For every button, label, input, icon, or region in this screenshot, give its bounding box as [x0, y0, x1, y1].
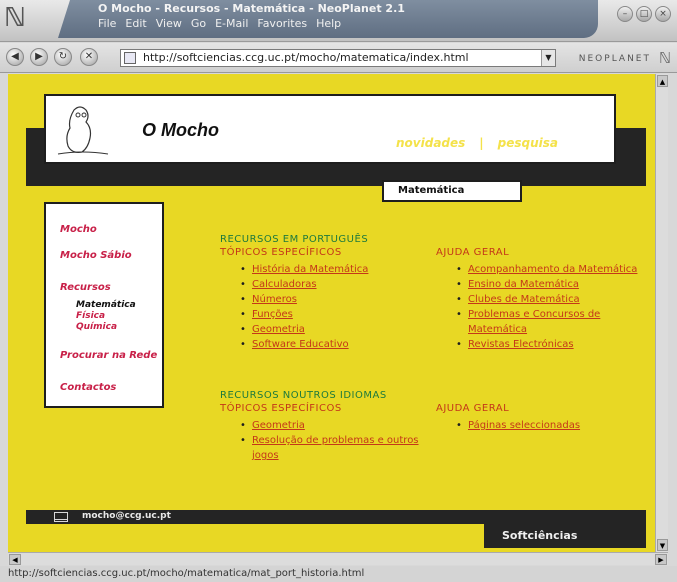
list-item[interactable]: Páginas seleccionadas — [454, 418, 654, 433]
sidebar-subitem-quimica[interactable]: Química — [76, 322, 117, 332]
sidebar-item-contactos[interactable]: Contactos — [60, 382, 116, 393]
status-bar: http://softciencias.ccg.uc.pt/mocho/mate… — [0, 566, 677, 582]
sidebar-subitem-matematica[interactable]: Matemática — [76, 300, 136, 310]
sidebar-subitem-fisica[interactable]: Física — [76, 311, 105, 321]
footer-brand: Softciências — [484, 524, 646, 548]
list-item[interactable]: Clubes de Matemática — [454, 292, 654, 307]
neoplanet-brand-icon: ℕ — [658, 49, 671, 67]
pt-general-list: Acompanhamento da Matemática Ensino da M… — [454, 262, 654, 352]
pt-topics-heading: TÓPICOS ESPECÍFICOS — [220, 247, 342, 258]
sidebar-item-procurar[interactable]: Procurar na Rede — [60, 350, 157, 361]
footer-email-link[interactable]: mocho@ccg.uc.pt — [82, 511, 171, 521]
owl-logo — [57, 106, 109, 155]
close-icon[interactable]: × — [655, 6, 671, 22]
menu-bar: File Edit View Go E-Mail Favorites Help — [98, 17, 341, 30]
menu-go[interactable]: Go — [191, 17, 206, 30]
mail-icon — [54, 512, 68, 522]
list-item[interactable]: Problemas e Concursos de Matemática — [454, 307, 634, 337]
neoplanet-logo-icon: ℕ — [4, 3, 26, 33]
list-item[interactable]: Números — [238, 292, 428, 307]
sidebar: Mocho Mocho Sábio Recursos Matemática Fí… — [44, 202, 164, 408]
list-item[interactable]: Ensino da Matemática — [454, 277, 654, 292]
title-bar: ℕ O Mocho - Recursos - Matemática - NeoP… — [0, 0, 677, 42]
other-topics-heading: TÓPICOS ESPECÍFICOS — [220, 403, 342, 414]
section-tab: Matemática — [382, 180, 522, 202]
address-dropdown-icon[interactable]: ▼ — [541, 50, 555, 66]
list-item[interactable]: Resolução de problemas e outros jogos — [238, 433, 428, 463]
page-icon — [124, 52, 136, 64]
other-title: RECURSOS NOUTROS IDIOMAS — [220, 390, 387, 401]
window-title: O Mocho - Recursos - Matemática - NeoPla… — [98, 2, 405, 15]
header-white-panel: O Mocho — [44, 94, 616, 164]
link-separator: | — [479, 136, 484, 150]
footer-bar: mocho@ccg.uc.pt — [26, 510, 646, 524]
pt-general-heading: AJUDA GERAL — [436, 247, 510, 258]
menu-favorites[interactable]: Favorites — [257, 17, 307, 30]
scroll-left-icon[interactable]: ◀ — [9, 554, 21, 565]
sidebar-item-recursos[interactable]: Recursos — [60, 282, 111, 293]
site-title: O Mocho — [142, 120, 219, 140]
minimize-icon[interactable]: – — [617, 6, 633, 22]
scroll-right-icon[interactable]: ▶ — [655, 554, 667, 565]
pesquisa-link[interactable]: pesquisa — [498, 136, 558, 150]
sidebar-item-mocho-sabio[interactable]: Mocho Sábio — [60, 250, 132, 261]
menu-view[interactable]: View — [156, 17, 182, 30]
list-item[interactable]: Software Educativo — [238, 337, 428, 352]
list-item[interactable]: História da Matemática — [238, 262, 428, 277]
address-text: http://softciencias.ccg.uc.pt/mocho/mate… — [143, 51, 469, 64]
sidebar-item-mocho[interactable]: Mocho — [60, 224, 97, 235]
novidades-link[interactable]: novidades — [396, 136, 465, 150]
other-general-list: Páginas seleccionadas — [454, 418, 654, 433]
menu-file[interactable]: File — [98, 17, 116, 30]
menu-edit[interactable]: Edit — [125, 17, 146, 30]
scroll-down-icon[interactable]: ▼ — [657, 539, 668, 551]
other-general-heading: AJUDA GERAL — [436, 403, 510, 414]
menu-help[interactable]: Help — [316, 17, 341, 30]
list-item[interactable]: Geometria — [238, 418, 428, 433]
top-links: novidades | pesquisa — [396, 136, 558, 150]
navigation-bar: ◀ ▶ ↻ ✕ http://softciencias.ccg.uc.pt/mo… — [0, 43, 677, 73]
list-item[interactable]: Acompanhamento da Matemática — [454, 262, 654, 277]
list-item[interactable]: Geometria — [238, 322, 428, 337]
page-viewport: O Mocho novidades | pesquisa Matemática … — [8, 74, 655, 552]
horizontal-scrollbar[interactable]: ◀ ▶ — [8, 552, 668, 565]
pt-topics-list: História da Matemática Calculadoras Núme… — [238, 262, 428, 352]
forward-icon[interactable]: ▶ — [30, 48, 48, 66]
back-icon[interactable]: ◀ — [6, 48, 24, 66]
list-item[interactable]: Funções — [238, 307, 428, 322]
refresh-icon[interactable]: ↻ — [54, 48, 72, 66]
menu-email[interactable]: E-Mail — [215, 17, 248, 30]
list-item[interactable]: Calculadoras — [238, 277, 428, 292]
vertical-scrollbar[interactable]: ▲ ▼ — [655, 74, 668, 552]
list-item[interactable]: Revistas Electrónicas — [454, 337, 654, 352]
scroll-up-icon[interactable]: ▲ — [657, 75, 668, 87]
pt-title: RECURSOS EM PORTUGUÊS — [220, 234, 369, 245]
brand-label: NEOPLANET — [578, 54, 651, 64]
window-controls: – □ × — [617, 6, 671, 22]
address-bar[interactable]: http://softciencias.ccg.uc.pt/mocho/mate… — [120, 49, 556, 67]
other-topics-list: Geometria Resolução de problemas e outro… — [238, 418, 428, 463]
stop-icon[interactable]: ✕ — [80, 48, 98, 66]
maximize-icon[interactable]: □ — [636, 6, 652, 22]
